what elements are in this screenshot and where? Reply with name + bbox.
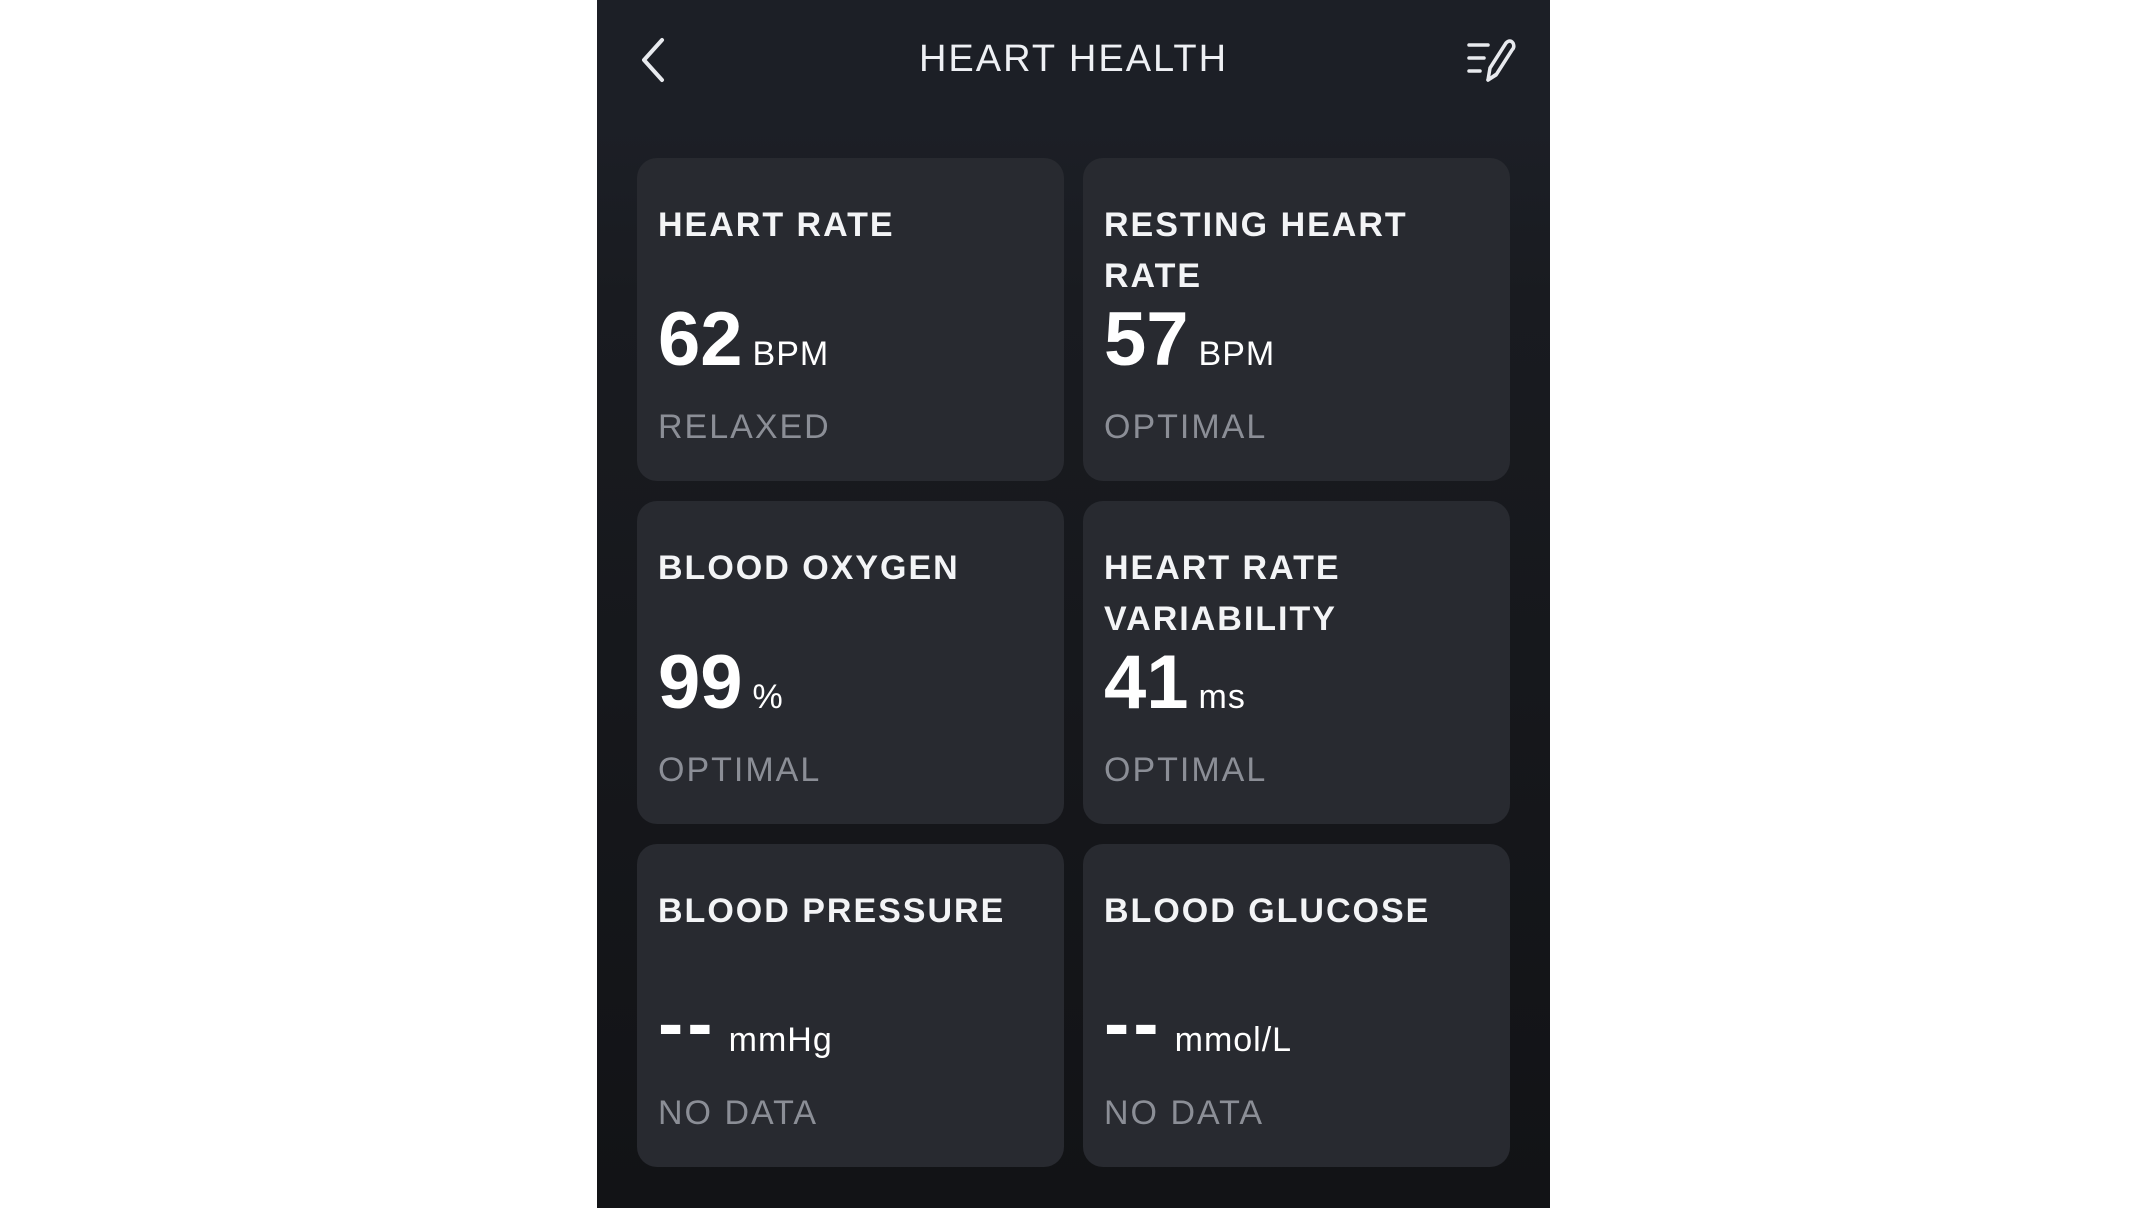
- edit-button[interactable]: [1463, 36, 1519, 86]
- value-number: --: [658, 981, 717, 1066]
- card-status: NO DATA: [1104, 1094, 1265, 1132]
- value-unit: ms: [1198, 678, 1246, 716]
- card-title: HEART RATE VARIABILITY: [1104, 549, 1341, 638]
- card-title: BLOOD PRESSURE: [658, 892, 1006, 930]
- page-title: HEART HEALTH: [918, 38, 1229, 80]
- card-title: BLOOD OXYGEN: [658, 549, 960, 587]
- blood-oxygen-card[interactable]: BLOOD OXYGEN 99% OPTIMAL: [637, 501, 1064, 824]
- card-status: OPTIMAL: [1104, 408, 1268, 446]
- card-value: 62 BPM: [658, 295, 829, 399]
- resting-heart-rate-card[interactable]: RESTING HEART RATE 57 BPM OPTIMAL: [1083, 158, 1510, 481]
- value-number: --: [1104, 981, 1163, 1066]
- card-value: -- mmol/L: [1104, 981, 1292, 1085]
- blood-glucose-card[interactable]: BLOOD GLUCOSE -- mmol/L NO DATA: [1083, 844, 1510, 1167]
- card-status: OPTIMAL: [1104, 751, 1268, 789]
- heart-rate-card[interactable]: HEART RATE 62 BPM RELAXED: [637, 158, 1064, 481]
- card-value: 41 ms: [1104, 638, 1246, 742]
- card-status: RELAXED: [658, 408, 831, 446]
- value-unit: BPM: [752, 335, 830, 373]
- value-number: 62: [658, 297, 743, 382]
- value-unit: mmol/L: [1174, 1021, 1293, 1059]
- app-header: HEART HEALTH: [597, 0, 1550, 125]
- card-status: NO DATA: [658, 1094, 819, 1132]
- value-number: 99: [658, 640, 743, 725]
- heart-rate-variability-card[interactable]: HEART RATE VARIABILITY 41 ms OPTIMAL: [1083, 501, 1510, 824]
- card-value: -- mmHg: [658, 981, 833, 1085]
- blood-pressure-card[interactable]: BLOOD PRESSURE -- mmHg NO DATA: [637, 844, 1064, 1167]
- value-unit: BPM: [1198, 335, 1276, 373]
- card-title: HEART RATE: [658, 206, 895, 244]
- value-number: 41: [1104, 640, 1189, 725]
- card-status: OPTIMAL: [658, 751, 822, 789]
- card-value: 57 BPM: [1104, 295, 1275, 399]
- card-title: BLOOD GLUCOSE: [1104, 892, 1431, 930]
- phone-screen: HEART HEALTH HEART RATE 62 BPM RELAXED RE…: [597, 0, 1550, 1208]
- card-title: RESTING HEART RATE: [1104, 206, 1408, 295]
- edit-list-icon: [1467, 39, 1516, 82]
- value-number: 57: [1104, 297, 1189, 382]
- value-unit: mmHg: [728, 1021, 833, 1059]
- value-unit: %: [752, 678, 784, 716]
- card-value: 99%: [658, 638, 784, 742]
